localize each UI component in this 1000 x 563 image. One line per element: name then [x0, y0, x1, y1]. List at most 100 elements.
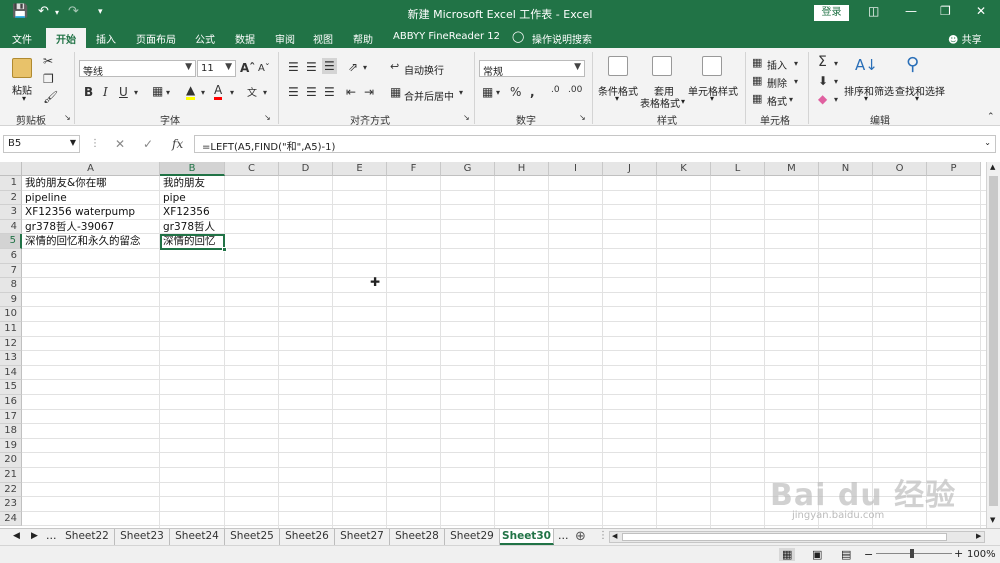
copy-icon[interactable]: ❐: [43, 72, 54, 86]
sheet-tab-sheet25[interactable]: Sheet25: [225, 529, 280, 545]
horizontal-scroll-thumb[interactable]: [622, 533, 947, 541]
number-format-combo[interactable]: 常规 ▼: [479, 60, 585, 78]
column-header-d[interactable]: D: [279, 162, 333, 176]
increase-indent-icon[interactable]: ⇥: [364, 85, 374, 99]
clipboard-launcher-icon[interactable]: ↘: [64, 113, 71, 122]
scroll-left-icon[interactable]: ◀: [612, 532, 617, 540]
clear-dropdown-icon[interactable]: ▾: [834, 95, 838, 104]
cell-a4[interactable]: gr378哲人-39067: [23, 220, 161, 235]
column-header-k[interactable]: K: [657, 162, 711, 176]
underline-icon[interactable]: U: [119, 85, 128, 99]
orientation-dropdown-icon[interactable]: ▾: [363, 63, 367, 72]
underline-dropdown-icon[interactable]: ▾: [134, 88, 138, 97]
ribbon-display-icon[interactable]: ◫: [868, 4, 879, 18]
cell-b2[interactable]: pipe: [161, 191, 226, 206]
prev-sheet-icon[interactable]: ◀: [13, 531, 20, 541]
format-cells-button[interactable]: 格式: [767, 93, 787, 108]
align-right-icon[interactable]: ☰: [324, 85, 335, 99]
align-middle-icon[interactable]: ☰: [306, 60, 317, 74]
more-sheets-left-icon[interactable]: ...: [46, 529, 57, 542]
insert-cells-button[interactable]: 插入: [767, 57, 787, 72]
borders-dropdown-icon[interactable]: ▾: [166, 88, 170, 97]
column-header-g[interactable]: G: [441, 162, 495, 176]
tab-page-layout[interactable]: 页面布局: [136, 31, 176, 46]
row-header-9[interactable]: 9: [0, 292, 22, 308]
find-select-button[interactable]: 查找和选择: [895, 83, 945, 98]
row-header-7[interactable]: 7: [0, 263, 22, 279]
splitter-icon[interactable]: ⋮: [598, 530, 608, 541]
collapse-ribbon-icon[interactable]: ⌃: [987, 112, 995, 122]
wrap-text-button[interactable]: 自动换行: [404, 62, 444, 77]
italic-icon[interactable]: I: [103, 85, 108, 99]
font-launcher-icon[interactable]: ↘: [264, 113, 271, 122]
minimize-icon[interactable]: —: [905, 4, 917, 18]
tab-review[interactable]: 审阅: [275, 31, 295, 46]
formula-input[interactable]: =LEFT(A5,FIND("和",A5)-1) ⌄: [194, 135, 996, 153]
insert-function-icon[interactable]: fx: [172, 137, 183, 151]
add-sheet-icon[interactable]: ⊕: [575, 529, 586, 544]
row-header-8[interactable]: 8: [0, 278, 22, 293]
decrease-indent-icon[interactable]: ⇤: [346, 85, 356, 99]
row-header-5[interactable]: 5: [0, 234, 22, 249]
share-button[interactable]: ☻ 共享: [948, 31, 982, 46]
select-all-corner[interactable]: [0, 162, 22, 176]
row-header-14[interactable]: 14: [0, 365, 22, 381]
row-header-23[interactable]: 23: [0, 497, 22, 512]
page-layout-view-icon[interactable]: ▣: [812, 548, 822, 561]
cell-a5[interactable]: 深情的回忆和永久的留念: [23, 234, 161, 249]
align-center-icon[interactable]: ☰: [306, 85, 317, 99]
font-size-combo[interactable]: 11 ▼: [197, 60, 236, 77]
next-sheet-icon[interactable]: ▶: [31, 531, 38, 541]
zoom-level[interactable]: 100%: [967, 549, 996, 560]
row-header-12[interactable]: 12: [0, 336, 22, 352]
enter-icon[interactable]: ✓: [143, 137, 153, 151]
restore-icon[interactable]: ❐: [940, 4, 951, 18]
horizontal-scrollbar[interactable]: ◀ ▶: [609, 531, 985, 543]
clear-icon[interactable]: ◆: [818, 92, 827, 106]
table-format-icon[interactable]: [652, 56, 672, 76]
sheet-tab-sheet27[interactable]: Sheet27: [335, 529, 390, 545]
percent-icon[interactable]: %: [510, 85, 521, 99]
search-icon[interactable]: ⚲: [906, 54, 919, 75]
cut-icon[interactable]: ✂: [43, 54, 53, 68]
comma-style-icon[interactable]: ,: [530, 85, 535, 99]
zoom-in-icon[interactable]: +: [954, 547, 963, 560]
scroll-up-icon[interactable]: ▲: [990, 163, 995, 171]
row-header-10[interactable]: 10: [0, 307, 22, 322]
fill-handle[interactable]: [222, 247, 227, 252]
zoom-out-icon[interactable]: −: [864, 548, 873, 561]
sheet-tab-sheet22[interactable]: Sheet22: [60, 529, 115, 545]
autosum-dropdown-icon[interactable]: ▾: [834, 59, 838, 68]
bold-icon[interactable]: B: [84, 85, 93, 99]
column-header-e[interactable]: E: [333, 162, 387, 176]
sheet-tab-sheet30[interactable]: Sheet30: [500, 529, 554, 545]
align-top-icon[interactable]: ☰: [288, 60, 299, 74]
paste-icon[interactable]: [12, 58, 32, 78]
accounting-dropdown-icon[interactable]: ▾: [496, 88, 500, 97]
row-header-3[interactable]: 3: [0, 205, 22, 220]
row-header-19[interactable]: 19: [0, 438, 22, 454]
page-break-view-icon[interactable]: ▤: [841, 548, 851, 561]
increase-font-icon[interactable]: Aˆ: [240, 61, 255, 75]
cell-style-icon[interactable]: [702, 56, 722, 76]
row-header-13[interactable]: 13: [0, 351, 22, 366]
row-header-6[interactable]: 6: [0, 249, 22, 264]
row-header-17[interactable]: 17: [0, 409, 22, 425]
name-box[interactable]: B5 ▼: [3, 135, 80, 153]
sort-dropdown-icon[interactable]: ▾: [864, 94, 868, 103]
decrease-font-icon[interactable]: Aˇ: [258, 63, 270, 74]
cell-a3[interactable]: XF12356 waterpump: [23, 205, 161, 220]
row-header-24[interactable]: 24: [0, 511, 22, 527]
phonetic-icon[interactable]: 文: [247, 84, 257, 99]
fill-icon[interactable]: ⬇: [818, 74, 828, 88]
increase-decimal-icon[interactable]: .0: [551, 85, 560, 95]
column-header-c[interactable]: C: [225, 162, 279, 176]
merge-dropdown-icon[interactable]: ▾: [459, 88, 463, 97]
cell-a2[interactable]: pipeline: [23, 191, 161, 206]
row-header-1[interactable]: 1: [0, 176, 22, 191]
column-header-n[interactable]: N: [819, 162, 873, 176]
more-sheets-right-icon[interactable]: ...: [558, 529, 569, 542]
tab-data[interactable]: 数据: [235, 31, 255, 46]
tab-home[interactable]: 开始: [46, 28, 86, 48]
insert-cells-icon[interactable]: ▦: [752, 56, 762, 69]
